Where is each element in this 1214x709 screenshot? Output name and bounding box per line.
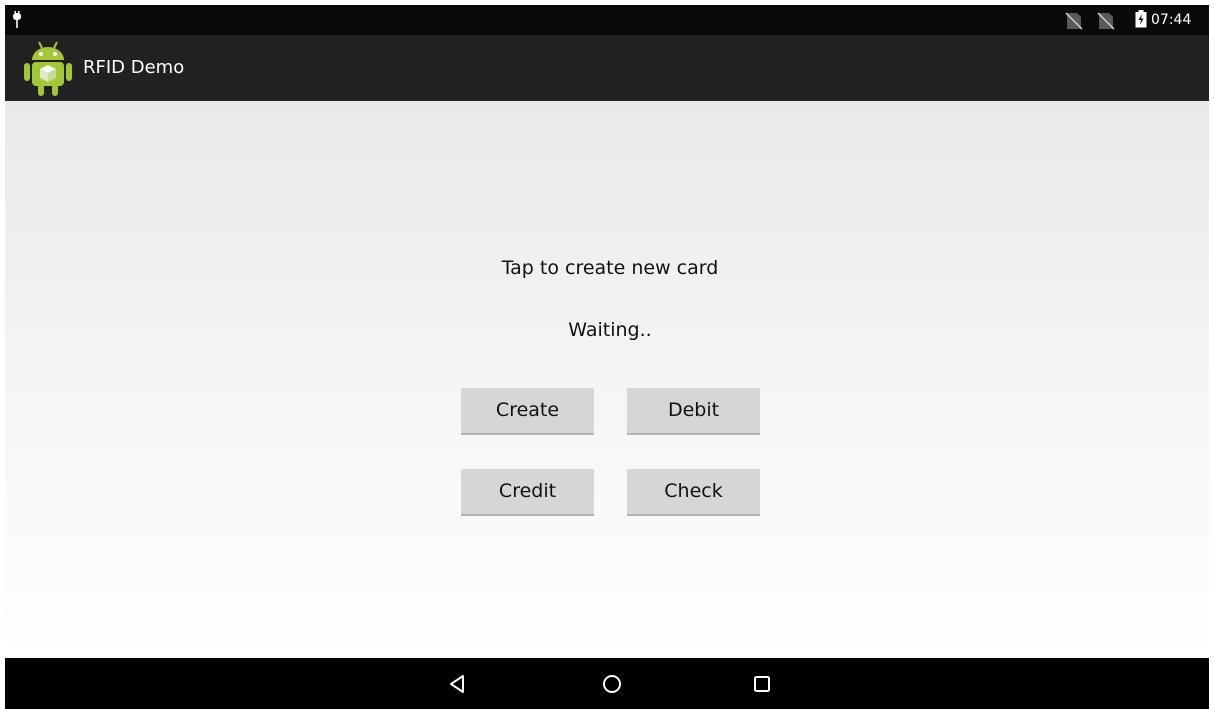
android-robot-icon (24, 41, 72, 96)
status-clock: 07:44 (1151, 12, 1192, 28)
recents-square-icon (754, 676, 770, 692)
no-sim-icon (1097, 12, 1115, 30)
device-screen: 07:44 RFID Demo Tap to create new card W… (5, 5, 1209, 709)
usb-debug-icon (13, 11, 21, 28)
no-sim-icon (1065, 12, 1083, 30)
back-triangle-icon (450, 675, 464, 693)
instruction-text: Tap to create new card (501, 257, 719, 279)
check-button[interactable]: Check (627, 469, 760, 516)
action-bar: RFID Demo (5, 35, 1209, 101)
app-title: RFID Demo (83, 57, 185, 78)
back-button[interactable] (440, 666, 476, 702)
create-button[interactable]: Create (461, 388, 594, 435)
debit-button[interactable]: Debit (627, 388, 760, 435)
main-content: Tap to create new card Waiting.. Create … (5, 101, 1209, 658)
home-button[interactable] (594, 666, 630, 702)
recents-button[interactable] (744, 666, 780, 702)
home-circle-icon (603, 675, 621, 693)
credit-button[interactable]: Credit (461, 469, 594, 516)
status-text: Waiting.. (568, 319, 652, 341)
navigation-bar (5, 658, 1209, 709)
status-bar: 07:44 (5, 5, 1209, 35)
battery-charging-icon (1135, 10, 1147, 28)
